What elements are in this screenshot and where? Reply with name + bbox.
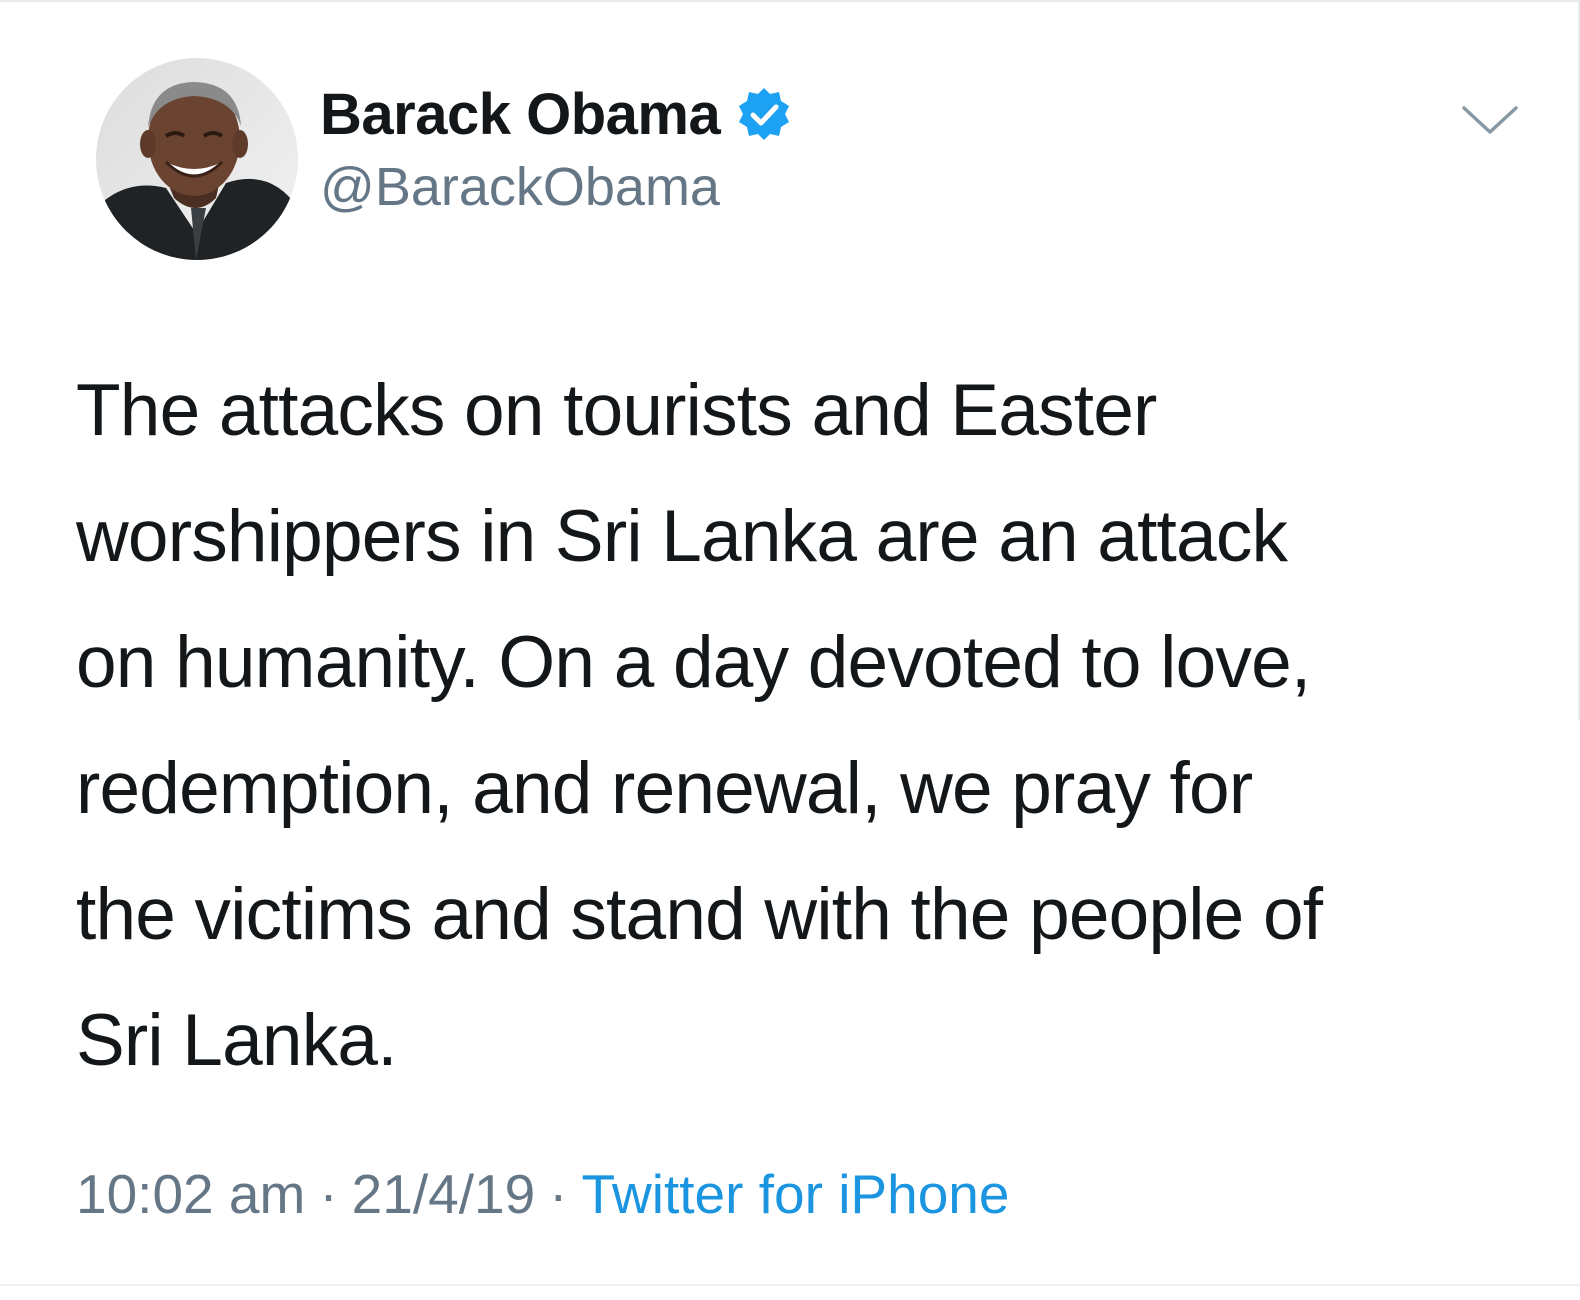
avatar-image	[96, 58, 298, 260]
avatar[interactable]	[96, 58, 298, 260]
author-handle[interactable]: @BarackObama	[320, 156, 720, 218]
bottom-divider	[0, 1284, 1580, 1286]
tweet-date[interactable]: 21/4/19	[352, 1162, 536, 1226]
tweet-source-link[interactable]: Twitter for iPhone	[582, 1162, 1010, 1226]
tweet-card: Barack Obama @BarackObama The attacks on…	[0, 0, 1580, 1300]
tweet-text: The attacks on tourists and Easter worsh…	[76, 370, 1323, 1081]
chevron-down-icon[interactable]	[1458, 100, 1522, 140]
tweet-meta: 10:02 am · 21/4/19 · Twitter for iPhone	[76, 1162, 1009, 1226]
meta-separator: ·	[319, 1163, 338, 1225]
top-divider	[0, 0, 1580, 2]
verified-badge-icon	[736, 86, 792, 142]
author-name-row[interactable]: Barack Obama	[320, 81, 792, 148]
display-name[interactable]: Barack Obama	[320, 81, 721, 148]
meta-separator: ·	[549, 1163, 568, 1225]
tweet-time[interactable]: 10:02 am	[76, 1162, 305, 1226]
